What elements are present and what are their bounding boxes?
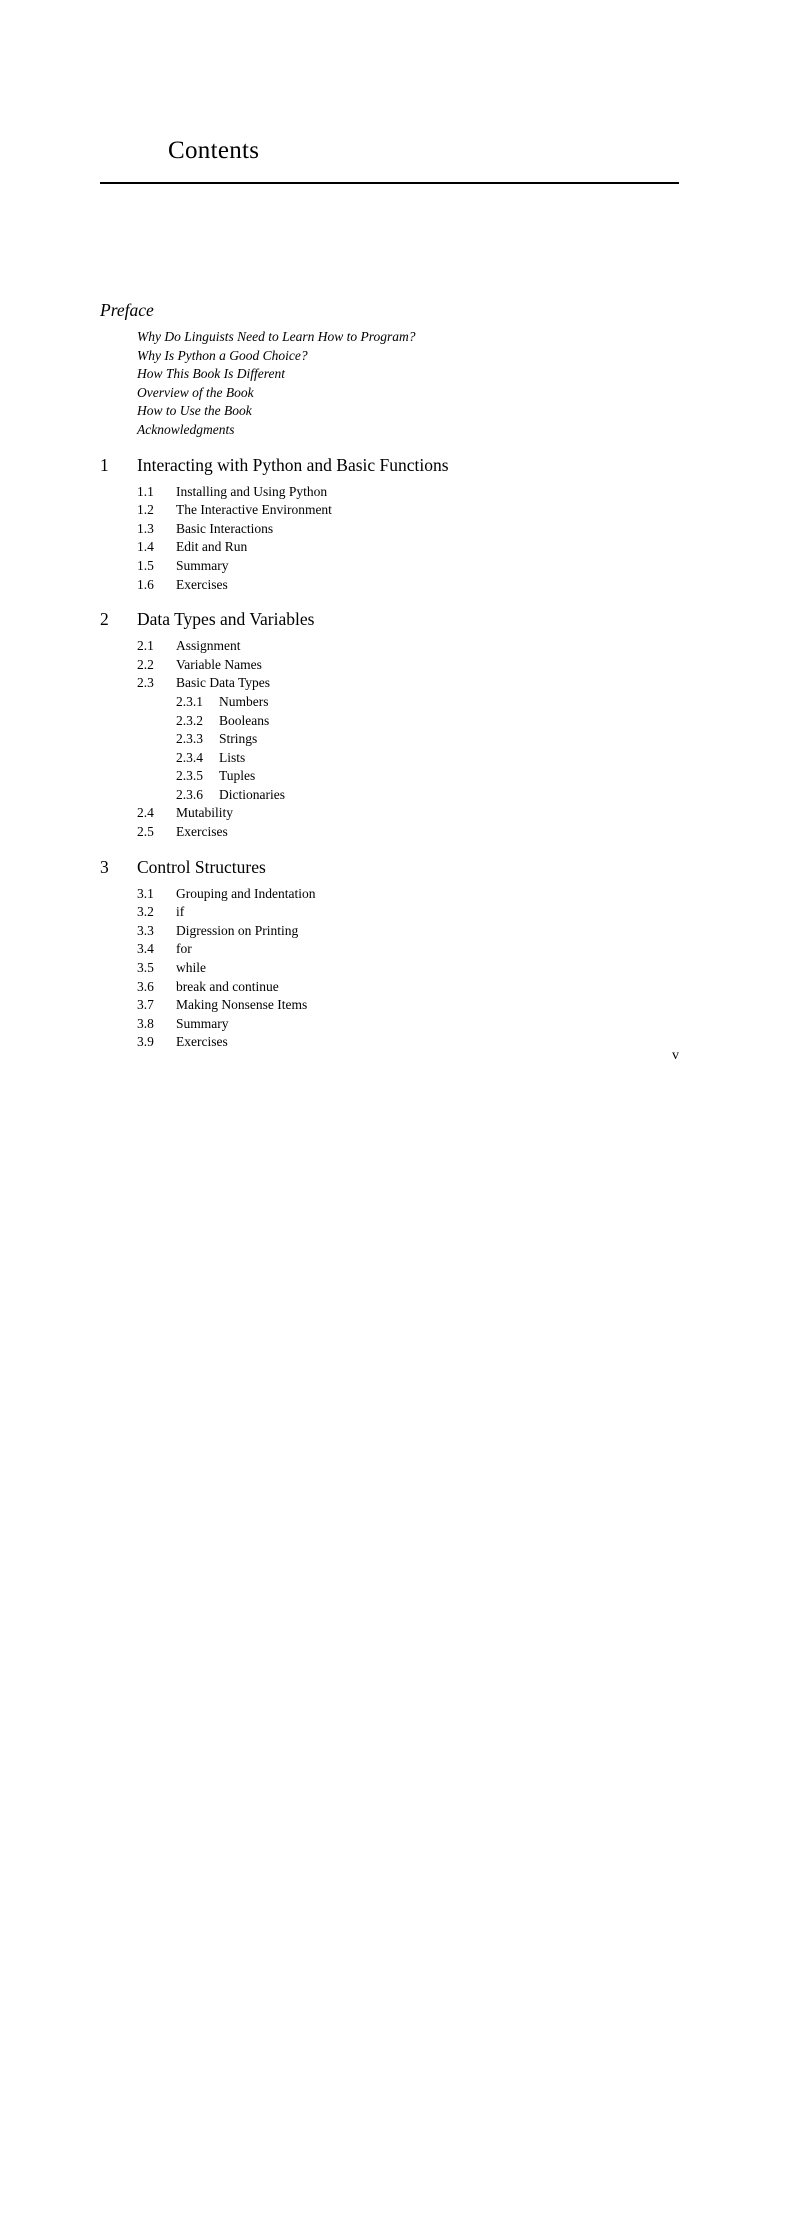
toc-page: Contents Prefacepageix Why Do Linguists N… bbox=[0, 0, 801, 1202]
title-divider bbox=[100, 182, 679, 184]
toc-entry-subsection[interactable]: 2.3.2Booleans12 bbox=[100, 713, 679, 732]
toc-entry-preface[interactable]: Prefacepageix bbox=[100, 300, 679, 326]
toc-entry-front-matter[interactable]: How This Book Is Differentxi bbox=[100, 366, 679, 385]
toc-entry-front-matter[interactable]: Why Do Linguists Need to Learn How to Pr… bbox=[100, 329, 679, 348]
page-title: Contents bbox=[168, 137, 260, 164]
toc-block-front-matter: Prefacepageix Why Do Linguists Need to Le… bbox=[100, 300, 679, 441]
toc-block-chapter-2: 2Data Types and Variables9 2.1Assignment9… bbox=[100, 609, 679, 843]
toc-entry-section[interactable]: 1.1Installing and Using Python1 bbox=[100, 484, 679, 503]
toc-entry-section[interactable]: 2.5Exercises27 bbox=[100, 824, 679, 843]
toc-entry-section[interactable]: 3.7Making Nonsense Items50 bbox=[100, 997, 679, 1016]
toc-entry-chapter[interactable]: 3Control Structures29 bbox=[100, 857, 679, 883]
toc-entry-section[interactable]: 3.3Digression on Printing34 bbox=[100, 923, 679, 942]
toc-entry-chapter[interactable]: 2Data Types and Variables9 bbox=[100, 609, 679, 635]
toc-entry-section[interactable]: 3.1Grouping and Indentation29 bbox=[100, 886, 679, 905]
toc-entry-subsection[interactable]: 2.3.4Lists19 bbox=[100, 750, 679, 769]
toc-entry-front-matter[interactable]: Overview of the Bookxi bbox=[100, 385, 679, 404]
toc-block-chapter-3: 3Control Structures29 3.1Grouping and Ind… bbox=[100, 857, 679, 1053]
toc-entry-section[interactable]: 2.3Basic Data Types11 bbox=[100, 675, 679, 694]
toc-entry-chapter[interactable]: 1 Interacting with Python and Basic Funct… bbox=[100, 455, 679, 481]
toc-entry-section[interactable]: 1.5Summary7 bbox=[100, 558, 679, 577]
toc-entry-section[interactable]: 3.6break and continue46 bbox=[100, 979, 679, 998]
toc-entry-subsection[interactable]: 2.3.1Numbers11 bbox=[100, 694, 679, 713]
toc-entry-section[interactable]: 3.4for35 bbox=[100, 941, 679, 960]
entry-page-number: 54 bbox=[100, 1034, 801, 2236]
toc-entry-section[interactable]: 3.2if32 bbox=[100, 904, 679, 923]
toc-entry-section[interactable]: 3.8Summary54 bbox=[100, 1016, 679, 1035]
toc-entry-subsection[interactable]: 2.3.3Strings14 bbox=[100, 731, 679, 750]
toc-entry-front-matter[interactable]: Why Is Python a Good Choice?x bbox=[100, 348, 679, 367]
toc-entry-section[interactable]: 1.6Exercises7 bbox=[100, 577, 679, 596]
toc-entry-section[interactable]: 2.2Variable Names11 bbox=[100, 657, 679, 676]
page-folio: v bbox=[672, 1048, 679, 1063]
toc-entry-subsection[interactable]: 2.3.6Dictionaries22 bbox=[100, 787, 679, 806]
toc-entry-section[interactable]: 3.5while41 bbox=[100, 960, 679, 979]
toc-block-chapter-1: 1 Interacting with Python and Basic Funct… bbox=[100, 455, 679, 596]
toc-entry-list: Prefacepageix Why Do Linguists Need to Le… bbox=[100, 300, 679, 1053]
toc-entry-section[interactable]: 2.4Mutability24 bbox=[100, 805, 679, 824]
toc-entry-section[interactable]: 1.2The Interactive Environment2 bbox=[100, 502, 679, 521]
toc-entry-section[interactable]: 2.1Assignment9 bbox=[100, 638, 679, 657]
toc-entry-section[interactable]: 1.4Edit and Run6 bbox=[100, 539, 679, 558]
toc-entry-section[interactable]: 1.3Basic Interactions3 bbox=[100, 521, 679, 540]
toc-entry-subsection[interactable]: 2.3.5Tuples21 bbox=[100, 768, 679, 787]
toc-entry-front-matter[interactable]: Acknowledgmentsxii bbox=[100, 422, 679, 441]
toc-entry-front-matter[interactable]: How to Use the Bookxii bbox=[100, 403, 679, 422]
